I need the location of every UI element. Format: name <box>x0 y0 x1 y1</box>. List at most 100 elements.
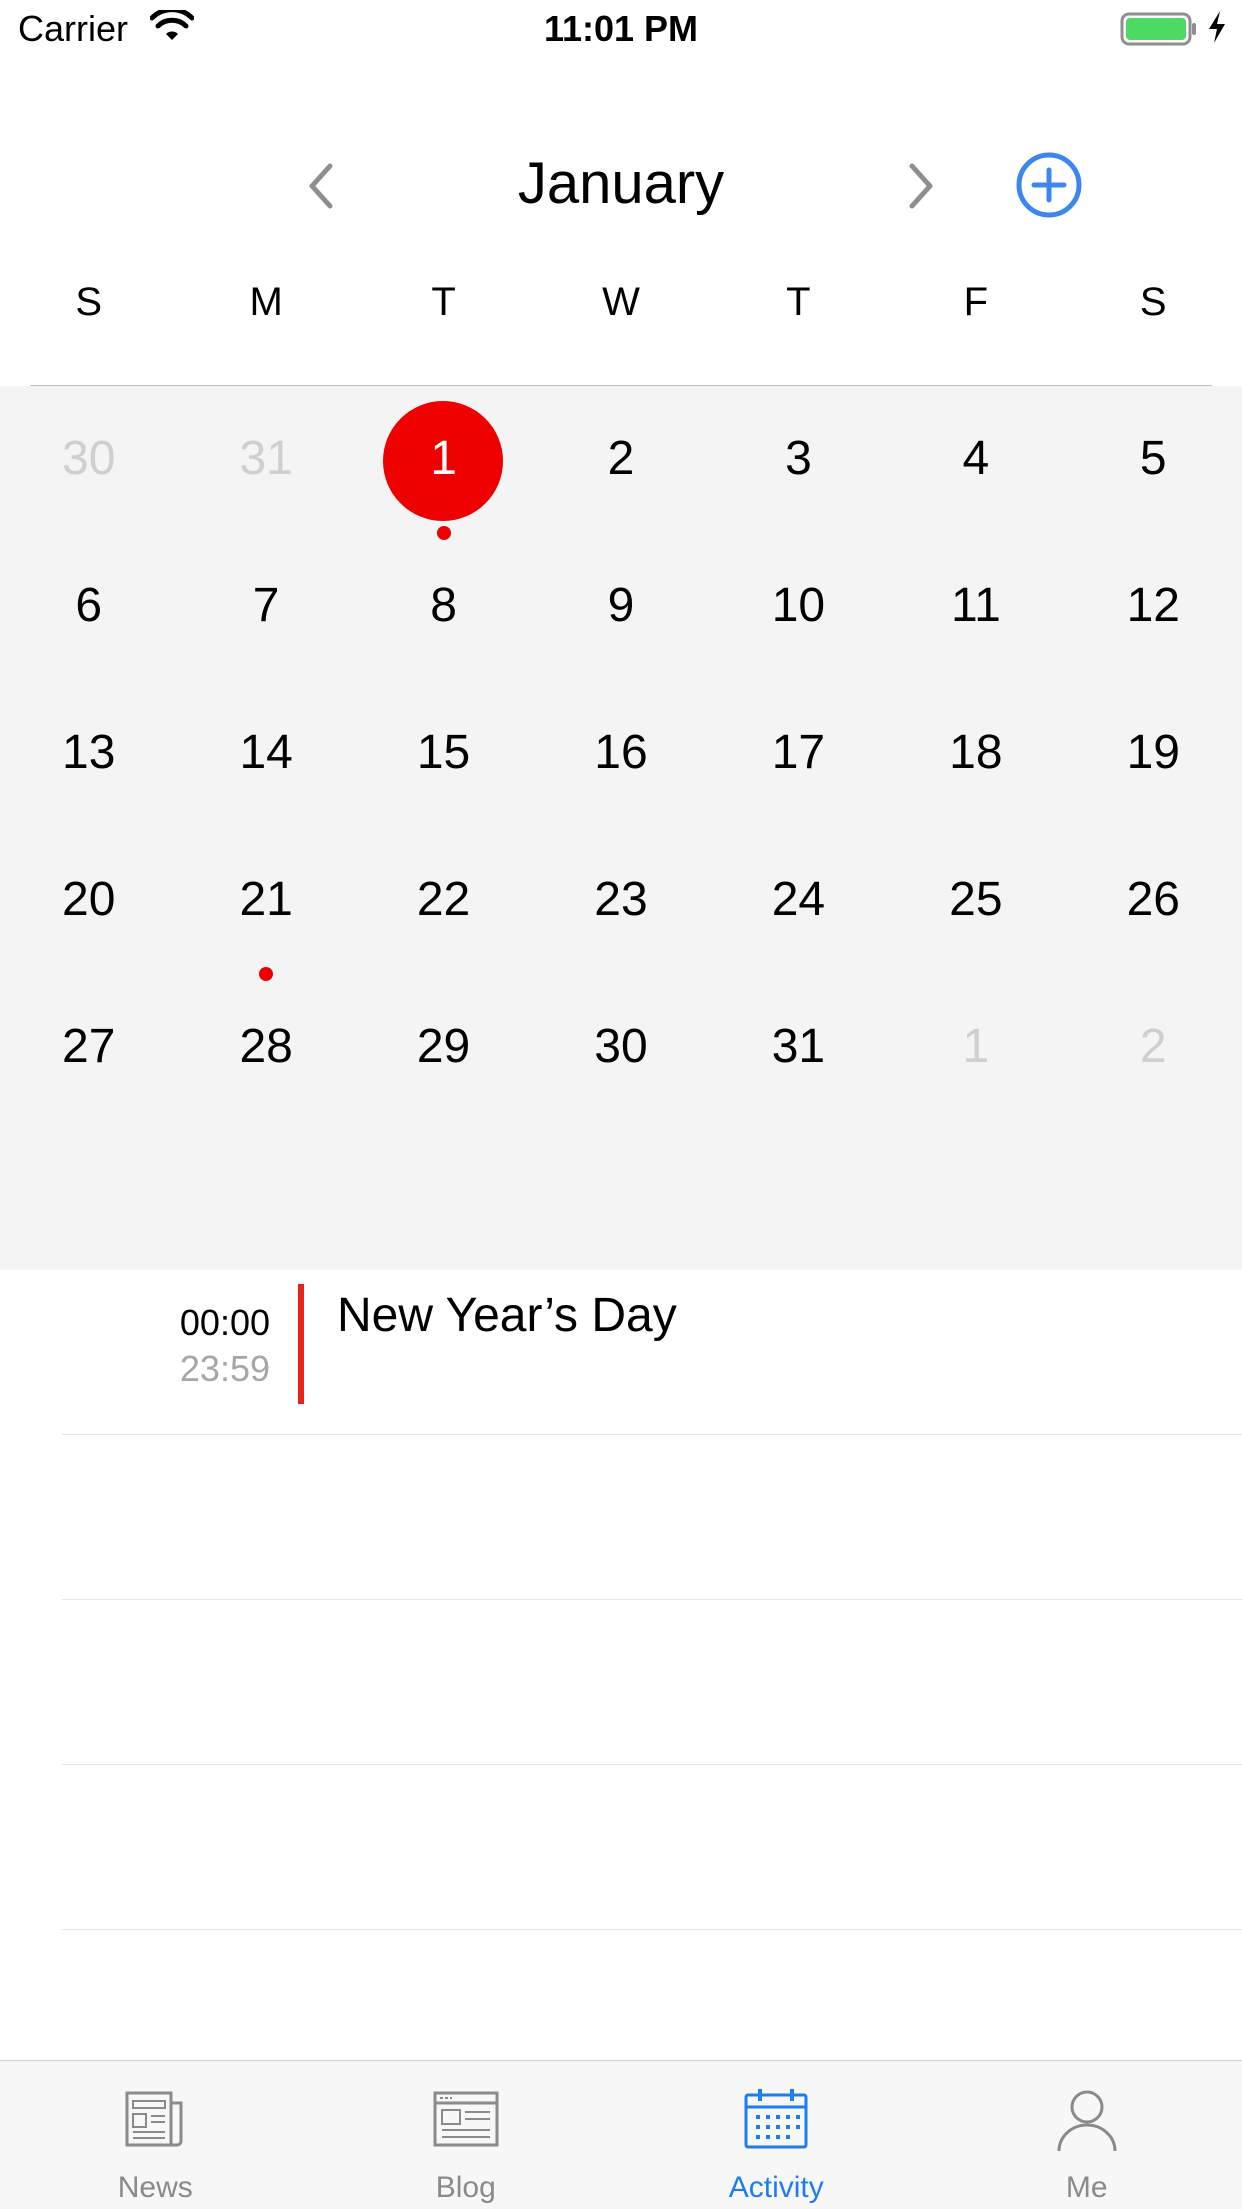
weekday-label: S <box>0 280 177 340</box>
calendar-day[interactable]: 16 <box>532 680 709 827</box>
day-number: 29 <box>355 1022 532 1072</box>
tab-activity-label: Activity <box>621 2171 932 2205</box>
calendar-day[interactable]: 6 <box>0 533 177 680</box>
weekday-label: T <box>355 280 532 340</box>
day-number: 15 <box>355 728 532 778</box>
day-number: 2 <box>532 434 709 484</box>
day-number: 6 <box>0 581 177 631</box>
calendar-day[interactable]: 14 <box>177 680 354 827</box>
day-number: 5 <box>1065 434 1242 484</box>
day-number: 20 <box>0 875 177 925</box>
event-row[interactable]: 00:00 23:59 New Year’s Day <box>0 1270 1242 1435</box>
day-number: 9 <box>532 581 709 631</box>
calendar-day[interactable]: 28 <box>177 974 354 1121</box>
weekday-label: M <box>177 280 354 340</box>
next-month-button[interactable] <box>896 158 946 214</box>
calendar-day[interactable]: 31 <box>710 974 887 1121</box>
calendar-day[interactable]: 5 <box>1065 386 1242 533</box>
calendar-day[interactable]: 12 <box>1065 533 1242 680</box>
day-number: 2 <box>1065 1022 1242 1072</box>
calendar-day[interactable]: 1 <box>887 974 1064 1121</box>
calendar-day[interactable]: 31 <box>177 386 354 533</box>
tab-news[interactable]: News <box>0 2061 311 2209</box>
calendar-day[interactable]: 10 <box>710 533 887 680</box>
day-number: 22 <box>355 875 532 925</box>
event-title: New Year’s Day <box>337 1288 677 1343</box>
calendar-day[interactable]: 30 <box>0 386 177 533</box>
day-number: 27 <box>0 1022 177 1072</box>
calendar-day[interactable]: 2 <box>532 386 709 533</box>
day-number: 17 <box>710 728 887 778</box>
battery-icon <box>1120 12 1200 51</box>
day-number: 18 <box>887 728 1064 778</box>
day-number: 7 <box>177 581 354 631</box>
chevron-right-icon <box>896 158 946 214</box>
day-number: 4 <box>887 434 1064 484</box>
add-event-button[interactable] <box>1014 150 1084 220</box>
month-grid: 3031123456789101112131415161718192021222… <box>0 386 1242 1270</box>
status-bar: Carrier 11:01 PM <box>0 0 1242 62</box>
calendar-day[interactable]: 17 <box>710 680 887 827</box>
calendar-day[interactable]: 24 <box>710 827 887 974</box>
calendar-header: January <box>0 130 1242 240</box>
blog-icon <box>432 2085 500 2153</box>
tab-blog[interactable]: Blog <box>311 2061 622 2209</box>
day-number: 31 <box>177 434 354 484</box>
day-number: 1 <box>355 434 532 484</box>
day-number: 19 <box>1065 728 1242 778</box>
day-number: 11 <box>887 581 1064 631</box>
day-number: 16 <box>532 728 709 778</box>
weekday-label: T <box>710 280 887 340</box>
day-number: 28 <box>177 1022 354 1072</box>
calendar-day[interactable]: 27 <box>0 974 177 1121</box>
calendar-day[interactable]: 2 <box>1065 974 1242 1121</box>
day-number: 30 <box>532 1022 709 1072</box>
calendar-day[interactable]: 11 <box>887 533 1064 680</box>
day-number: 30 <box>0 434 177 484</box>
day-number: 31 <box>710 1022 887 1072</box>
day-number: 12 <box>1065 581 1242 631</box>
calendar-day[interactable]: 1 <box>355 386 532 533</box>
event-color-bar <box>298 1284 304 1404</box>
tab-blog-label: Blog <box>311 2171 622 2205</box>
tab-activity[interactable]: Activity <box>621 2061 932 2209</box>
day-number: 26 <box>1065 875 1242 925</box>
newspaper-icon <box>121 2085 189 2153</box>
day-number: 1 <box>887 1022 1064 1072</box>
weekday-header: S M T W T F S <box>0 280 1242 340</box>
calendar-icon <box>742 2085 810 2153</box>
calendar-day[interactable]: 21 <box>177 827 354 974</box>
tab-news-label: News <box>0 2171 311 2205</box>
calendar-day[interactable]: 4 <box>887 386 1064 533</box>
status-time: 11:01 PM <box>0 8 1242 50</box>
calendar-day[interactable]: 19 <box>1065 680 1242 827</box>
event-start-time: 00:00 <box>160 1302 270 1344</box>
event-list: 00:00 23:59 New Year’s Day <box>0 1270 1242 2060</box>
tab-me-label: Me <box>932 2171 1242 2205</box>
day-number: 14 <box>177 728 354 778</box>
weekday-label: W <box>532 280 709 340</box>
calendar-day[interactable]: 8 <box>355 533 532 680</box>
weekday-label: S <box>1065 280 1242 340</box>
calendar-day[interactable]: 29 <box>355 974 532 1121</box>
calendar-day[interactable]: 25 <box>887 827 1064 974</box>
calendar-day[interactable]: 3 <box>710 386 887 533</box>
row-divider <box>62 1764 1242 1765</box>
calendar-day[interactable]: 26 <box>1065 827 1242 974</box>
row-divider <box>62 1929 1242 1930</box>
calendar-day[interactable]: 7 <box>177 533 354 680</box>
calendar-day[interactable]: 9 <box>532 533 709 680</box>
tab-me[interactable]: Me <box>932 2061 1242 2209</box>
event-end-time: 23:59 <box>160 1348 270 1390</box>
day-number: 25 <box>887 875 1064 925</box>
calendar-day[interactable]: 22 <box>355 827 532 974</box>
calendar-day[interactable]: 30 <box>532 974 709 1121</box>
calendar-day[interactable]: 23 <box>532 827 709 974</box>
calendar-day[interactable]: 18 <box>887 680 1064 827</box>
calendar-day[interactable]: 13 <box>0 680 177 827</box>
calendar-day[interactable]: 20 <box>0 827 177 974</box>
day-number: 10 <box>710 581 887 631</box>
day-number: 24 <box>710 875 887 925</box>
day-number: 21 <box>177 875 354 925</box>
calendar-day[interactable]: 15 <box>355 680 532 827</box>
